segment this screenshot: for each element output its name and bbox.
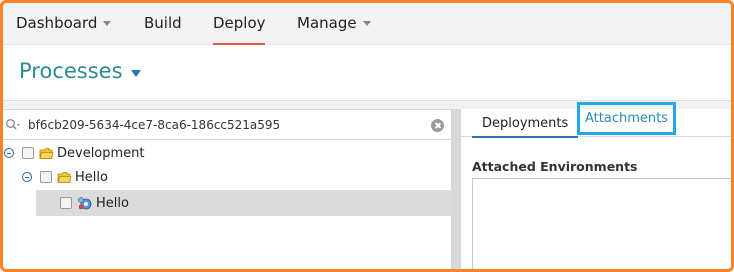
- tree-item-label: Hello: [75, 169, 108, 185]
- attached-environments-list[interactable]: [472, 178, 734, 272]
- nav-build[interactable]: Build: [144, 0, 182, 45]
- top-navigation: Dashboard Build Deploy Manage: [0, 0, 734, 45]
- tree-checkbox[interactable]: [60, 197, 72, 209]
- nav-dashboard[interactable]: Dashboard: [16, 0, 112, 45]
- process-icon: [78, 197, 92, 210]
- nav-dashboard-label: Dashboard: [16, 13, 98, 32]
- nav-manage-label: Manage: [297, 13, 357, 32]
- attached-environments-heading: Attached Environments: [472, 159, 638, 174]
- folder-icon: [39, 147, 54, 159]
- tree-item-development[interactable]: Development: [4, 141, 145, 165]
- chevron-down-icon: [103, 21, 112, 26]
- tree-item-hello-folder[interactable]: Hello: [22, 165, 108, 189]
- panel-splitter[interactable]: [452, 109, 461, 272]
- page-title-label: Processes: [19, 59, 123, 83]
- search-bar: [0, 109, 452, 140]
- tab-deployments-label: Deployments: [482, 115, 569, 131]
- tree-item-hello-process[interactable]: Hello: [36, 190, 452, 216]
- tree-item-label: Hello: [96, 195, 129, 211]
- tree-checkbox[interactable]: [22, 147, 34, 159]
- nav-deploy[interactable]: Deploy: [213, 0, 266, 45]
- search-input[interactable]: [28, 114, 428, 136]
- nav-deploy-label: Deploy: [213, 13, 266, 32]
- tab-deployments[interactable]: Deployments: [472, 109, 579, 138]
- tab-attachments-label: Attachments: [585, 111, 668, 126]
- process-tree-panel: Development Hello Hello: [0, 109, 452, 272]
- process-detail-panel: Deployments Attachments Attached Environ…: [461, 102, 734, 272]
- page-title[interactable]: Processes: [19, 59, 141, 83]
- search-icon[interactable]: [5, 118, 21, 132]
- clear-icon[interactable]: [431, 119, 444, 132]
- tab-attachments[interactable]: Attachments: [577, 102, 676, 135]
- tree-checkbox[interactable]: [40, 171, 52, 183]
- chevron-down-icon: [362, 21, 371, 26]
- tree-item-label: Development: [57, 145, 145, 161]
- detail-tabs: Deployments Attachments: [461, 102, 734, 138]
- collapse-icon[interactable]: [4, 148, 14, 158]
- nav-build-label: Build: [144, 13, 182, 32]
- page-header: Processes: [0, 45, 734, 101]
- folder-icon: [57, 171, 72, 183]
- caret-down-icon: [130, 69, 141, 77]
- collapse-icon[interactable]: [22, 172, 32, 182]
- nav-manage[interactable]: Manage: [297, 0, 371, 45]
